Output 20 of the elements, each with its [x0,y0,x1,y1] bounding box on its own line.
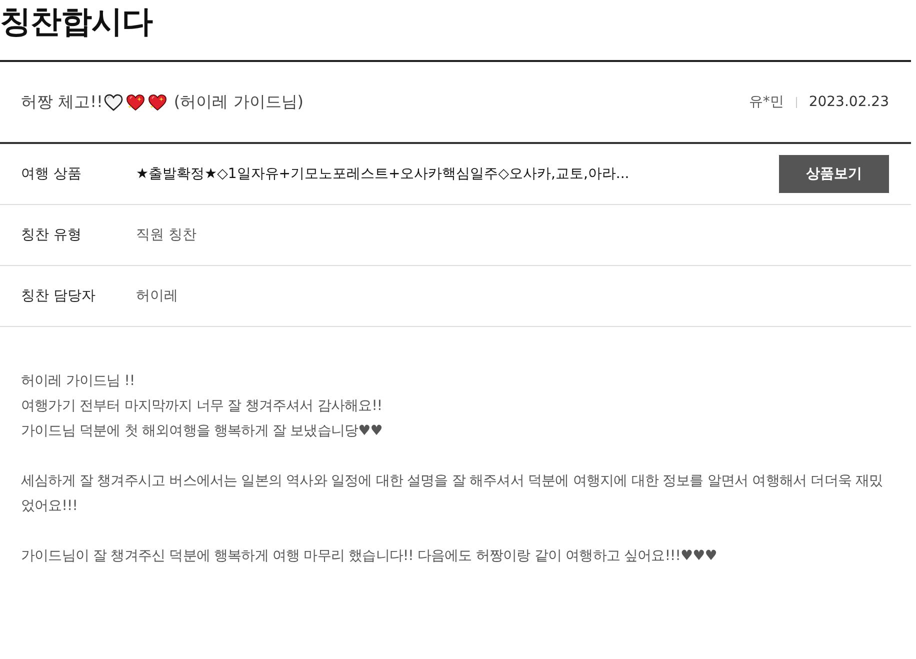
review-text: 가이드님 덕분에 첫 해외여행을 행복하게 잘 보냈습니당♥♥ [21,422,382,441]
review-text: 허이레 가이드님 !! [21,372,135,391]
sparkling-heart-icon [126,94,145,110]
guide-name: (허이레 가이드님) [174,92,304,112]
review-title: 허짱 체고!! [21,92,103,112]
field-value: 직원 칭찬 [136,226,196,244]
heart-icon [104,94,123,110]
author-name: 유*민 [748,93,784,111]
review-text: 여행가기 전부터 마지막까지 너무 잘 챙겨주셔서 감사해요!! [21,397,382,416]
post-date: 2023.02.23 [808,94,889,110]
review-text: 가이드님이 잘 챙겨주신 덕분에 행복하게 여행 마무리 했습니다!! 다음에도 허짱이랑 같이 여행하고 싶어요!!!♥♥♥ [21,547,717,566]
field-value: 허이레 [136,287,178,305]
field-label: 칭찬 담당자 [21,287,96,305]
field-label: 여행 상품 [21,165,82,183]
product-name: ★출발확정★◇1일자유+기모노포레스트+오사카핵심일주◇오사카,교토,아라... [136,165,630,183]
field-label: 칭찬 유형 [21,226,82,244]
page-title: 칭찬합시다 [0,3,152,42]
view-product-button[interactable]: 상품보기 [779,155,889,193]
sparkling-heart-icon [148,94,167,110]
review-text: 세심하게 잘 챙겨주시고 버스에서는 일본의 역사와 일정에 대한 설명을 잘 해주셔서 덕분에 여행지에 대한 정보를 알면서 여행해서 더더욱 재밌었어요!!! [21,472,884,516]
